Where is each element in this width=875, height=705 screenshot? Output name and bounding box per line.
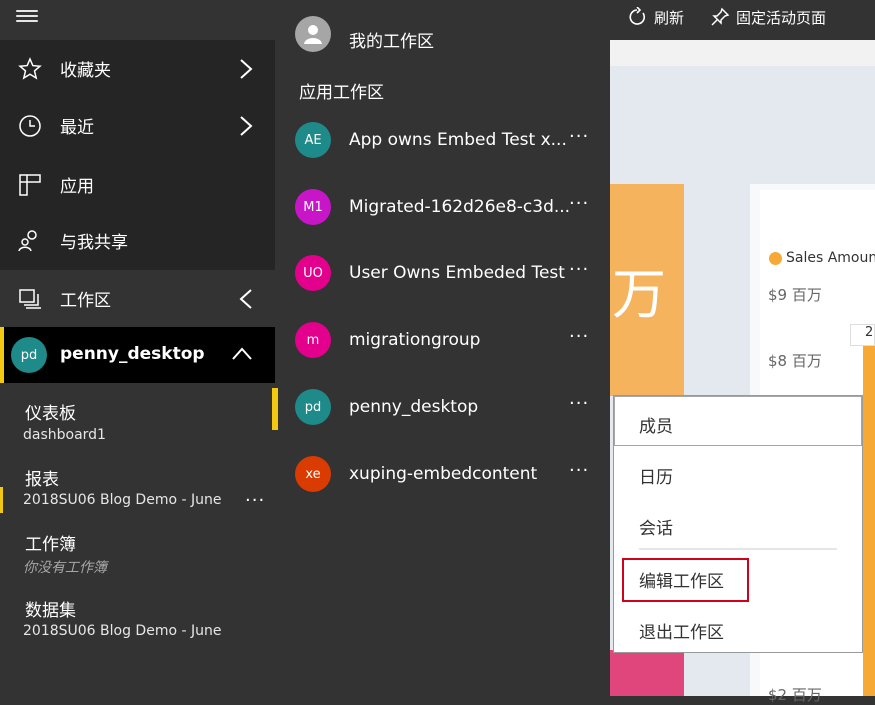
refresh-icon — [629, 7, 646, 25]
legend-swatch — [769, 252, 782, 265]
kpi-tile-pink[interactable] — [610, 650, 684, 696]
y-tick-label: $8 百万 — [768, 352, 822, 370]
workspace-name: xuping-embedcontent — [349, 464, 538, 484]
active-indicator — [0, 327, 4, 383]
chevron-up-icon — [232, 347, 252, 360]
menu-item-members[interactable]: 成员 — [639, 412, 673, 437]
nav-label: 工作区 — [60, 291, 111, 311]
menu-item-conversations[interactable]: 会话 — [639, 514, 673, 539]
shared-users-icon — [18, 229, 37, 251]
my-workspace-avatar — [295, 16, 331, 52]
more-options-button[interactable]: ··· — [569, 193, 589, 214]
y-tick-label: $9 百万 — [768, 286, 822, 304]
workspace-list-item[interactable]: pd penny_desktop ··· — [275, 375, 610, 442]
workspace-name: App owns Embed Test x... — [349, 130, 567, 150]
chart-bar[interactable] — [863, 346, 875, 696]
apps-icon — [19, 173, 41, 196]
my-workspace-link[interactable]: 我的工作区 — [349, 27, 434, 52]
more-options-button[interactable]: ··· — [569, 460, 589, 481]
more-options-button[interactable]: ··· — [245, 490, 265, 511]
dashboard-item[interactable]: dashboard1 — [23, 427, 106, 443]
star-icon — [18, 56, 42, 80]
nav-item-apps[interactable]: 应用 — [0, 156, 275, 213]
workspace-avatar: xe — [295, 456, 331, 492]
workspace-name: User Owns Embeded Test — [349, 263, 565, 283]
workspace-avatar: AE — [295, 122, 331, 158]
clock-icon — [19, 114, 41, 137]
legend-label: Sales Amoun — [786, 250, 875, 266]
pin-icon — [711, 7, 730, 26]
section-workbooks: 工作簿 — [25, 535, 76, 555]
workspace-name: penny_desktop — [60, 344, 205, 364]
user-icon — [304, 25, 322, 44]
pin-label: 固定活动页面 — [736, 8, 827, 27]
selected-indicator — [0, 487, 3, 513]
section-dashboards: 仪表板 — [25, 404, 76, 424]
workspace-avatar: m — [295, 322, 331, 358]
highlight-box — [622, 558, 749, 602]
nav-label: 应用 — [60, 177, 94, 197]
selected-indicator — [275, 388, 278, 430]
refresh-button[interactable]: 刷新 — [628, 6, 684, 28]
workspace-list-item[interactable]: xe xuping-embedcontent ··· — [275, 442, 610, 509]
workspace-list-item[interactable]: AE App owns Embed Test x... ··· — [275, 108, 610, 175]
pin-page-button[interactable]: 固定活动页面 — [710, 6, 826, 28]
chevron-right-icon — [240, 59, 253, 79]
more-options-button[interactable]: ··· — [569, 326, 589, 347]
nav-item-recent[interactable]: 最近 — [0, 97, 275, 154]
menu-item-calendar[interactable]: 日历 — [639, 463, 673, 488]
menu-item-leave-workspace[interactable]: 退出工作区 — [639, 618, 724, 643]
y-tick-label: $2 百万 — [768, 686, 822, 704]
more-options-button[interactable]: ··· — [569, 393, 589, 414]
workspaces-icon — [19, 288, 41, 309]
nav-item-favorites[interactable]: 收藏夹 — [0, 40, 275, 97]
nav-item-workspaces[interactable]: 工作区 — [0, 270, 275, 327]
nav-label: 最近 — [60, 118, 94, 138]
nav-item-shared[interactable]: 与我共享 — [0, 212, 275, 269]
workspace-list-item[interactable]: M1 Migrated-162d26e8-c3d... ··· — [275, 175, 610, 242]
workbooks-empty-text: 你没有工作簿 — [23, 560, 107, 576]
dataset-item[interactable]: 2018SU06 Blog Demo - June — [23, 623, 221, 639]
report-header-strip — [610, 40, 875, 66]
nav-label: 与我共享 — [60, 233, 128, 253]
chevron-left-icon — [239, 289, 252, 309]
menu-divider — [639, 548, 837, 550]
refresh-label: 刷新 — [654, 8, 685, 27]
workspace-avatar: pd — [11, 337, 47, 373]
workspace-name: penny_desktop — [349, 397, 479, 417]
kpi-tile-text: 万 — [612, 263, 666, 326]
more-options-button[interactable]: ··· — [569, 259, 589, 280]
hamburger-menu-icon[interactable] — [16, 10, 38, 26]
workspace-list-item[interactable]: UO User Owns Embeded Test ··· — [275, 241, 610, 308]
workspace-avatar: pd — [295, 389, 331, 425]
workspace-name: migrationgroup — [349, 330, 481, 350]
more-options-button[interactable]: ··· — [569, 126, 589, 147]
workspace-name: Migrated-162d26e8-c3d... — [349, 197, 571, 217]
active-workspace-header[interactable]: pd penny_desktop — [0, 327, 275, 383]
section-datasets: 数据集 — [25, 601, 76, 621]
report-item[interactable]: 2018SU06 Blog Demo - June — [23, 492, 221, 508]
workspace-avatar: M1 — [295, 189, 331, 225]
workspace-list-item[interactable]: m migrationgroup ··· — [275, 308, 610, 375]
section-reports: 报表 — [25, 470, 59, 490]
data-label: 2 — [850, 324, 875, 346]
chevron-right-icon — [240, 116, 253, 136]
app-workspaces-heading: 应用工作区 — [299, 83, 384, 103]
nav-label: 收藏夹 — [60, 61, 111, 81]
workspace-avatar: UO — [295, 255, 331, 291]
